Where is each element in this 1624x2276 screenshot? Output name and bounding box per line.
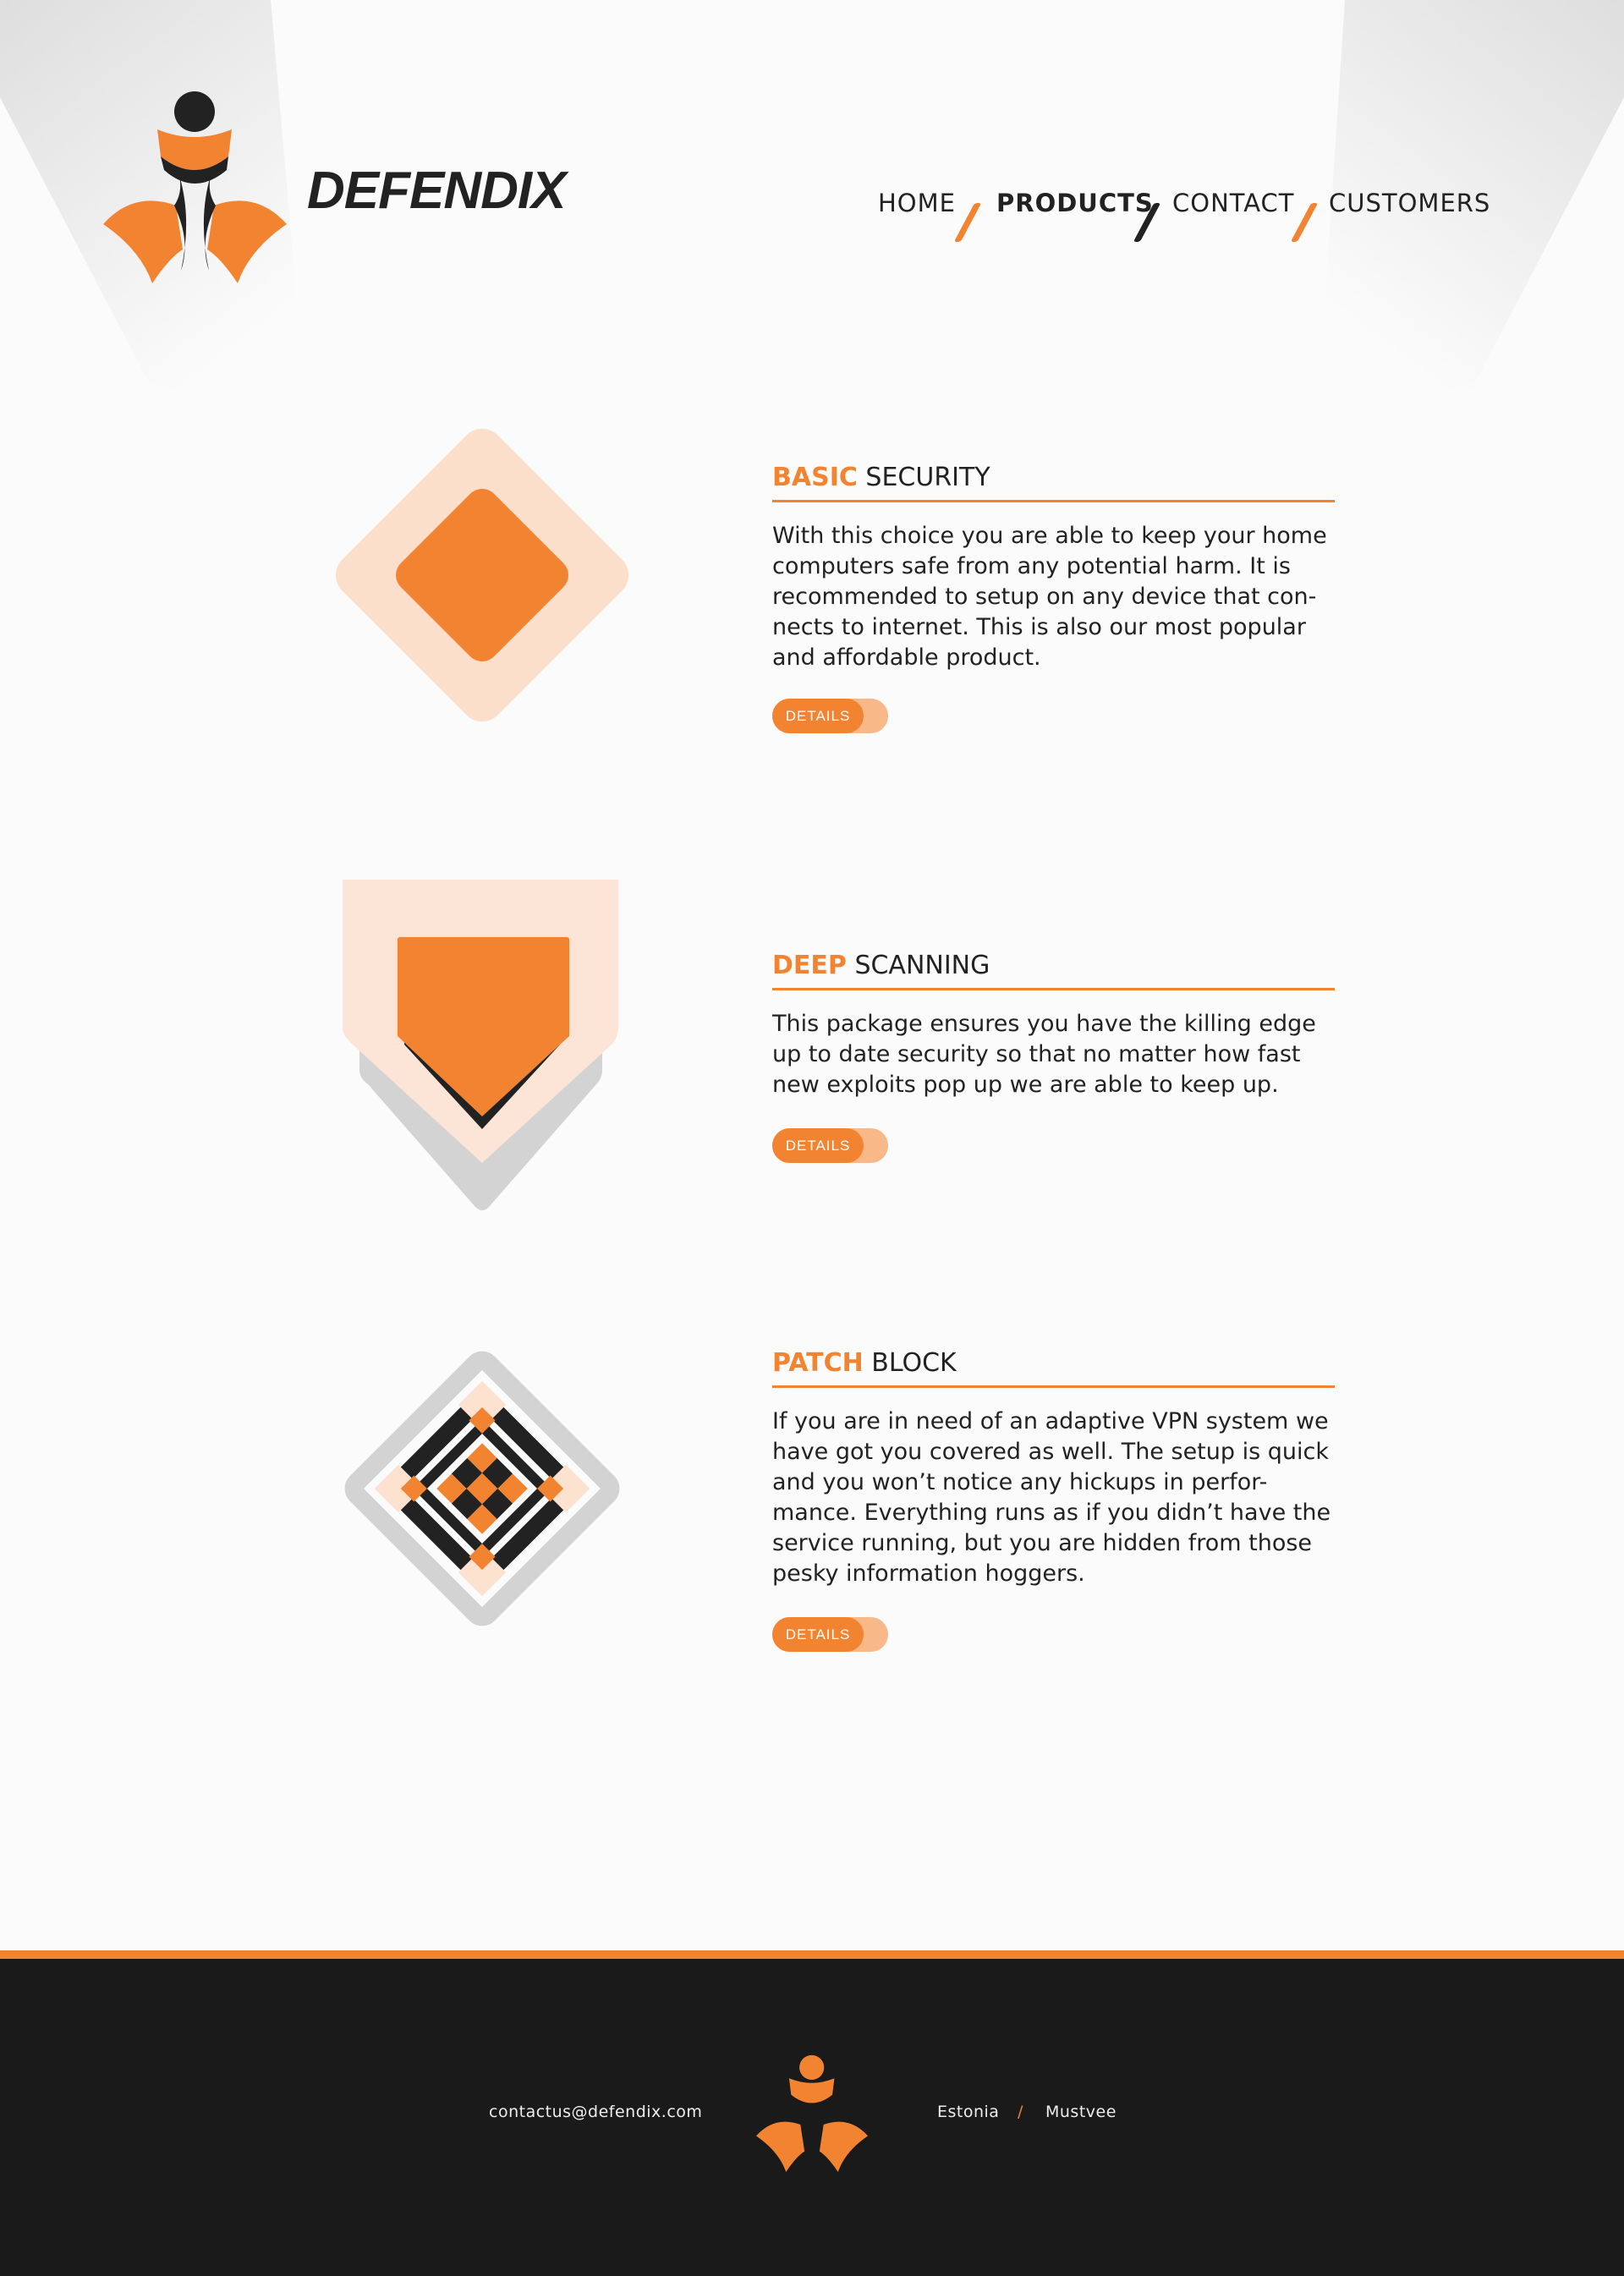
defendix-logo-icon[interactable]: [100, 89, 290, 283]
nav-separator: [953, 203, 982, 242]
footer-city: Mustvee: [1045, 2103, 1116, 2121]
product-description: If you are in need of an adaptive VPN sy…: [772, 1408, 1331, 1587]
checkered-diamond-icon: [344, 1351, 620, 1626]
shield-icon: [343, 880, 618, 1210]
nav-item-customers[interactable]: CUSTOMERS: [1329, 186, 1490, 220]
footer-email-link[interactable]: contactus@defendix.com: [489, 2099, 702, 2125]
nav-item-products[interactable]: PRODUCTS: [996, 186, 1154, 220]
product-title-rest: BLOCK: [871, 1348, 957, 1378]
brand-name[interactable]: DEFENDIX: [307, 161, 566, 221]
product-title: BASIC SECURITY: [772, 461, 1335, 502]
product-title-rest: SECURITY: [865, 463, 990, 492]
product-title-highlight: BASIC: [772, 463, 858, 492]
nav-item-home[interactable]: HOME: [878, 186, 956, 220]
product-description: This package ensures you have the killin…: [772, 1011, 1316, 1098]
details-button-label: DETAILS: [772, 1617, 864, 1652]
product-title-highlight: DEEP: [772, 951, 847, 980]
footer-separator: /: [1018, 2103, 1023, 2121]
details-button[interactable]: DETAILS: [772, 1617, 888, 1652]
details-button-label: DETAILS: [772, 1128, 864, 1163]
product-description: With this choice you are able to keep yo…: [772, 523, 1327, 671]
details-button[interactable]: DETAILS: [772, 1128, 888, 1163]
details-button-label: DETAILS: [772, 699, 864, 733]
footer-accent-stripe: [0, 1950, 1624, 1959]
nav-item-contact[interactable]: CONTACT: [1172, 186, 1295, 220]
nav-separator: [1290, 203, 1319, 242]
product-title-rest: SCANNING: [854, 951, 990, 980]
product-title-highlight: PATCH: [772, 1348, 864, 1378]
product-title: DEEP SCANNING: [772, 949, 1335, 990]
details-button[interactable]: DETAILS: [772, 699, 888, 733]
product-title: PATCH BLOCK: [772, 1346, 1335, 1388]
footer-country: Estonia: [937, 2103, 1000, 2121]
diamond-icon: [335, 428, 629, 722]
footer-logo-icon[interactable]: [753, 2054, 871, 2172]
